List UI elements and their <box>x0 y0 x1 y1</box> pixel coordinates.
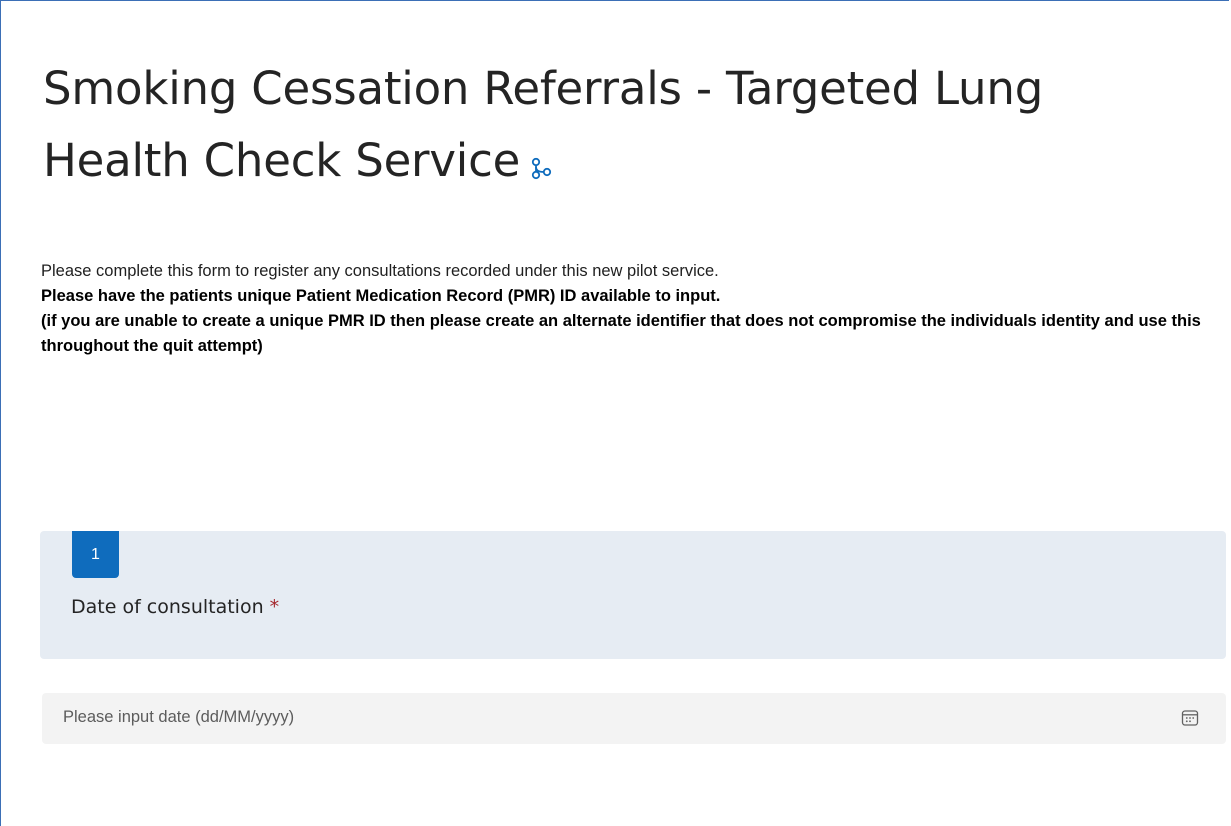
question-label: Date of consultation * <box>71 596 279 618</box>
date-input-placeholder: Please input date (dd/MM/yyyy) <box>63 708 295 726</box>
description-line-1: Please complete this form to register an… <box>41 262 719 280</box>
description-line-2: Please have the patients unique Patient … <box>41 287 721 305</box>
form-description: Please complete this form to register an… <box>41 259 1221 359</box>
description-line-3: (if you are unable to create a unique PM… <box>41 312 1201 355</box>
calendar-icon[interactable] <box>1180 708 1200 728</box>
form-page: Smoking Cessation Referrals - Targeted L… <box>0 0 1229 826</box>
branching-icon <box>530 130 552 202</box>
question-label-text: Date of consultation <box>71 596 264 618</box>
required-marker: * <box>269 596 280 618</box>
consultation-date-input[interactable]: Please input date (dd/MM/yyyy) <box>42 693 1226 744</box>
form-title: Smoking Cessation Referrals - Targeted L… <box>43 53 1193 200</box>
question-card: 1 Date of consultation * <box>40 531 1226 659</box>
question-number-badge: 1 <box>72 531 119 578</box>
